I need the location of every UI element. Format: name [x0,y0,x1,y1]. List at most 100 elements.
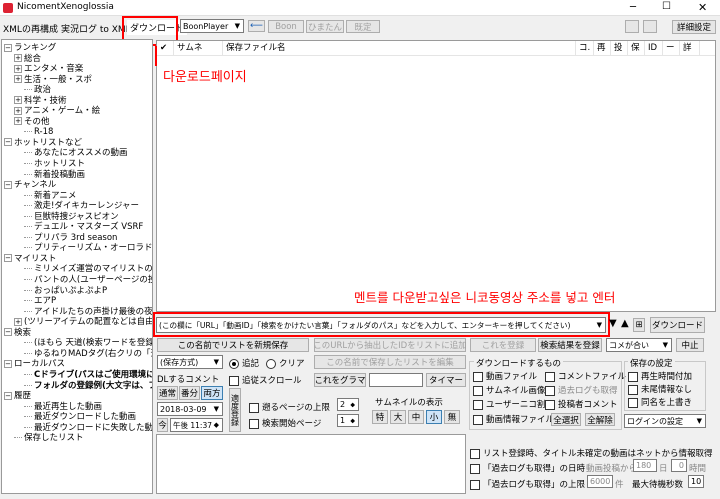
tree-item[interactable]: エアP [2,296,152,307]
column-header-post[interactable]: 投 [611,41,628,55]
thumb-size-button[interactable]: 無 [444,410,460,424]
tree-item[interactable]: + 科学・技術 [2,96,152,107]
expand-icon[interactable]: + [14,75,22,84]
timer-input[interactable] [369,373,423,387]
column-header-detail[interactable]: 詳 [680,41,700,55]
collapse-icon[interactable]: − [4,359,12,368]
past-log-days-input[interactable]: 180 [633,459,657,472]
tree-item[interactable]: 最近ダウンロードした動画 [2,412,152,423]
tree-item[interactable]: R-18 [2,127,152,138]
menu-item-live-log[interactable]: 実況ログ to XML [61,22,131,35]
collapse-icon[interactable]: − [4,391,12,400]
edit-saved-list-button[interactable]: この名前で保存したリストを編集 [314,355,466,369]
deselect-all-button[interactable]: 全解除 [585,413,615,426]
tree-item[interactable]: − 履歴 [2,391,152,402]
thumb-size-button[interactable]: 大 [390,410,406,424]
url-input[interactable]: (この欄に「URL」「動画ID」「検索をかけたい言葉」「フォルダのパス」などを入… [156,317,606,333]
add-url-ids-button[interactable]: このURLから抽出したIDをリストに追加 [313,338,467,352]
tree-item[interactable]: − 検索 [2,328,152,339]
tree-item[interactable]: − ランキング [2,43,152,54]
tree-item[interactable]: + (ツリーアイテムの配置などは自由に [2,317,152,328]
column-header-play[interactable]: 再 [594,41,611,55]
default-button[interactable]: 既定 [346,20,380,33]
tree-item[interactable]: + その他 [2,117,152,128]
select-all-button[interactable]: 全選択 [551,413,581,426]
past-log-limit-input[interactable]: 6000 [587,475,613,488]
expand-icon[interactable]: + [14,106,22,115]
stop-button[interactable]: 中止 [676,338,704,352]
past-log-limit-checkbox[interactable]: 「過去ログも取得」の上限 [470,478,585,490]
register-this-button[interactable]: これを登録 [470,338,536,352]
tree-item[interactable]: ホットリスト [2,159,152,170]
download-item-checkbox[interactable]: 投稿者コメント [545,398,618,410]
tree-item[interactable]: − マイリスト [2,254,152,265]
navigation-tree[interactable]: − ランキング + 総合 + エンタメ・音楽 + 生活・一般・スポ 政治 + 科学・技術 + アニメ・ゲ… [1,39,153,494]
collapse-icon[interactable]: − [4,138,12,147]
tree-item[interactable]: − ローカルパス [2,359,152,370]
download-item-checkbox[interactable]: 動画情報ファイル [473,413,554,425]
scroll-up-icon[interactable]: ▲ [621,318,629,329]
search-start-checkbox[interactable]: 検索開始ページ [249,417,321,429]
tree-item[interactable]: おっぱいぷよぷよP [2,286,152,297]
player-link-button[interactable]: ⟵ [248,20,265,32]
tree-item[interactable]: 保存したリスト [2,433,152,444]
save-option-checkbox[interactable]: 再生時間付加 [628,370,692,382]
timer-button[interactable]: タイマー [426,373,466,387]
clear-radio[interactable]: クリア [266,357,305,369]
tree-item[interactable]: 激走!ダイキカーレンジャー [2,201,152,212]
page-limit-checkbox[interactable]: 遡るページの上限 [249,401,330,413]
download-item-checkbox[interactable]: 過去ログも取得 [545,384,618,396]
comment-normal-button[interactable]: 通常 [157,386,178,400]
menu-item-xml-rebuild[interactable]: XMLの再構成 [3,22,58,35]
save-option-checkbox[interactable]: 未尾情報なし [628,383,692,395]
thumb-size-button[interactable]: 中 [408,410,424,424]
append-radio[interactable]: 追記 [229,357,259,369]
collapse-icon[interactable]: − [4,254,12,263]
column-header-filename[interactable]: 保存ファイル名 [223,41,576,55]
tree-item[interactable]: フォルダの登録例(大文字は、フォ [2,381,152,392]
past-log-hours-input[interactable]: 0 [671,459,687,472]
column-header-id[interactable]: ID [645,41,663,55]
tree-item[interactable]: 新着投稿動画 [2,170,152,181]
thumb-size-button[interactable]: 特 [372,410,388,424]
comment-backup-button[interactable]: 番分 [179,386,200,400]
player-select[interactable]: BoonPlayer ▼ [180,19,244,33]
register-search-button[interactable]: 検索結果を登録 [538,338,602,352]
download-item-checkbox[interactable]: サムネイル画像 [473,384,545,396]
tree-item[interactable]: (ほもら 天道(検索ワードを登録し [2,338,152,349]
minimize-icon[interactable]: ─ [630,2,636,13]
expand-icon[interactable]: + [14,96,22,105]
save-list-button[interactable]: この名前でリストを新規保存 [157,338,309,352]
download-item-checkbox[interactable]: 動画ファイル [473,370,537,382]
register-scheduled-button[interactable]: 適度登録 [229,388,241,432]
tree-item[interactable]: 新着アニメ [2,191,152,202]
search-start-stepper[interactable]: 1 ◆ [337,414,359,427]
tree-item[interactable]: + 生活・一般・スポ [2,75,152,86]
expand-icon[interactable]: + [14,117,22,126]
column-header-thumbnail[interactable]: サムネ [174,41,223,55]
comment-mode-select[interactable]: コメが合い ▼ [606,338,672,352]
tree-item[interactable]: あなたにオススメの動画 [2,148,152,159]
detail-settings-button[interactable]: 詳細設定 [672,20,716,34]
tree-item[interactable]: アイドルたちの声掛け最後の夜よ [2,307,152,318]
chevron-down-icon[interactable]: ▼ [596,321,602,329]
tree-item[interactable]: + アニメ・ゲーム・絵 [2,106,152,117]
tree-item[interactable]: プリティーリズム・オーロラドリーム [2,243,152,254]
tree-item[interactable]: デュエル・マスターズ VSRF [2,222,152,233]
now-button[interactable]: 今 [157,418,168,432]
tree-item[interactable]: 政治 [2,85,152,96]
comment-both-button[interactable]: 両方 [201,386,223,400]
tree-item[interactable]: − チャンネル [2,180,152,191]
tree-item[interactable]: − ホットリストなど [2,138,152,149]
column-header-comments[interactable]: コ. [576,41,594,55]
tree-item[interactable]: 最近再生した動画 [2,402,152,413]
collapse-icon[interactable]: − [4,328,12,337]
max-wait-input[interactable]: 10 [688,475,704,488]
tree-item[interactable]: プリパラ 3rd season [2,233,152,244]
download-item-checkbox[interactable]: コメントファイル [545,370,626,382]
page-limit-stepper[interactable]: 2 ◆ [337,398,359,411]
is-gramma-button[interactable]: これをグラマ [314,373,366,387]
append-scroll-checkbox[interactable]: 追従スクロール [229,374,302,386]
column-header-dash[interactable]: ー [663,41,680,55]
maximize-icon[interactable]: ☐ [662,1,671,12]
